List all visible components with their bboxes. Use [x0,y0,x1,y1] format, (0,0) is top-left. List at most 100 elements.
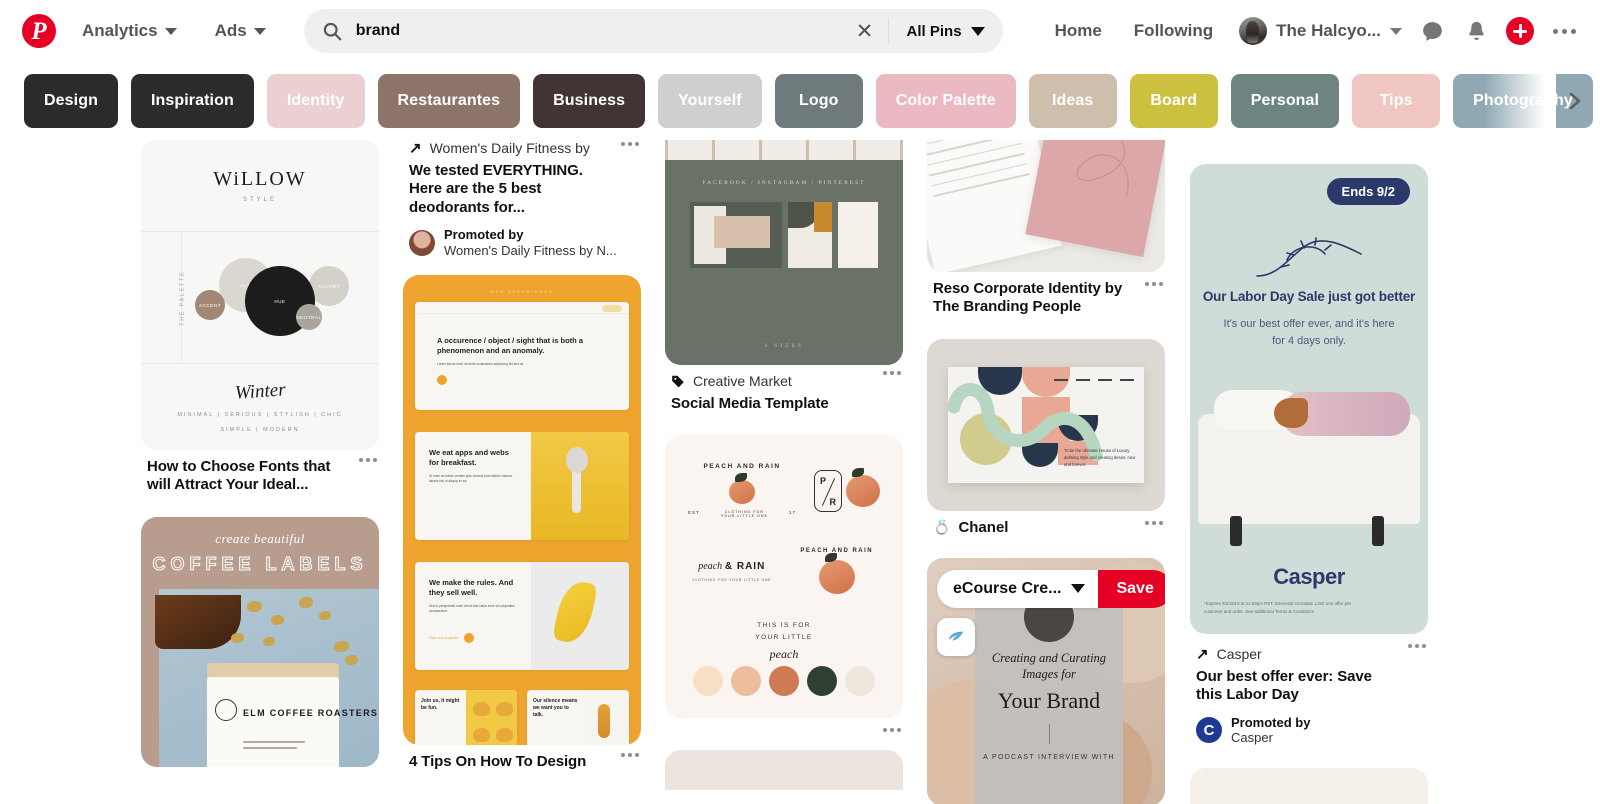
pinterest-logo-icon[interactable]: P [22,14,56,48]
account-name: The Halcyo... [1276,21,1381,40]
pin-image[interactable]: eCourse Cre... Save Creating and Curatin… [927,557,1165,804]
notifications-button[interactable] [1454,9,1498,53]
all-pins-filter[interactable]: All Pins [893,9,1003,53]
pin-more-button[interactable] [1408,644,1426,648]
pin-image[interactable]: To be the Ultimate House of Luxury, defi… [927,338,1165,511]
pin-image[interactable]: create beautiful COFFEE LABELS ELM COFFE… [141,516,379,767]
palette-circle: ACCENT [309,266,349,306]
filter-chip-color-palette[interactable]: Color Palette [875,74,1016,128]
pin-more-button[interactable] [883,728,901,733]
pin-card-partial[interactable] [1190,768,1428,804]
pin-source-label: Creative Market [693,373,792,389]
pin-image-partial[interactable] [1190,768,1428,804]
pin-title: We tested EVERYTHING. Here are the 5 bes… [409,162,583,216]
pin-more-button[interactable] [359,458,377,462]
pin-card[interactable]: WEB EXPERIENCE A occurence / object / si… [403,274,641,771]
save-button[interactable]: Save [1098,569,1165,608]
pin-card-hovered[interactable]: eCourse Cre... Save Creating and Curatin… [927,557,1165,804]
pin-source[interactable]: Creative Market [671,373,901,389]
filter-chip-inspiration[interactable]: Inspiration [130,74,254,128]
sm-sizes: 3 SIZES [764,343,804,349]
pin-card[interactable]: PEACH AND RAIN EST CLOTHING FOR YOUR LITT… [665,435,903,733]
willow-keywords-2: SIMPLE | MODERN [220,427,300,433]
pin-image[interactable]: WEB EXPERIENCE A occurence / object / si… [403,274,641,745]
filter-chip-identity[interactable]: Identity [266,74,365,128]
design-slide-2: We eat apps and webs for breakfast. [429,447,509,468]
search-input[interactable] [341,9,850,53]
pin-source[interactable]: ↗ Women's Daily Fitness by [409,140,639,156]
chanel-art: To be the Ultimate House of Luxury, defi… [927,338,1165,511]
design-slide-4: Join us, it might be fun. [421,697,460,711]
pin-more-button[interactable] [1145,520,1163,525]
clear-search-icon[interactable]: ✕ [850,16,880,46]
search-bar[interactable]: ✕ All Pins [303,9,1003,53]
promoter-avatar [409,229,435,256]
peach-year: 17 [788,510,796,516]
pin-image[interactable]: PEACH AND RAIN EST CLOTHING FOR YOUR LITT… [665,435,903,719]
pin-more-button[interactable] [621,752,639,757]
pin-title: 4 Tips On How To Design [409,752,587,770]
filter-chip-business[interactable]: Business [533,74,646,128]
pin-card[interactable]: To be the Ultimate House of Luxury, defi… [927,338,1165,536]
pin-card[interactable]: FACEBOOK / INSTAGRAM / PINTEREST 3 SIZES… [665,140,903,413]
casper-logo: Casper [1273,564,1345,589]
nav-following[interactable]: Following [1118,13,1229,49]
pin-card[interactable]: ↗ Women's Daily Fitness by We tested EVE… [403,140,641,259]
promoter-avatar: C [1196,717,1222,744]
pin-image-partial[interactable] [665,750,903,791]
create-button[interactable] [1498,9,1542,53]
ads-menu[interactable]: Ads [203,13,278,49]
pin-meta: 4 Tips On How To Design [403,745,641,771]
chevron-down-icon [253,27,266,35]
filter-chip-ideas[interactable]: Ideas [1028,74,1117,128]
filter-chip-restaurantes[interactable]: Restaurantes [377,74,521,128]
pin-column-3: FACEBOOK / INSTAGRAM / PINTEREST 3 SIZES… [665,140,903,804]
pin-image[interactable]: Ends 9/2 Our Labor Day Sale just got bet… [1190,164,1428,634]
promoter[interactable]: Promoted by Women's Daily Fitness by N..… [409,227,639,259]
ring-icon: 💍 [933,518,951,535]
pin-meta: Reso Corporate Identity by The Branding … [927,272,1165,317]
save-overlay: eCourse Cre... Save [937,569,1165,608]
messages-button[interactable] [1410,9,1454,53]
pin-more-button[interactable] [883,371,901,375]
account-menu[interactable]: The Halcyo... [1229,13,1410,49]
pin-image[interactable] [927,140,1165,272]
share-tool-button[interactable] [937,617,975,656]
pin-image[interactable]: FACEBOOK / INSTAGRAM / PINTEREST 3 SIZES [665,140,903,365]
plus-icon [1506,17,1534,45]
filter-chip-yourself[interactable]: Yourself [658,74,762,128]
filter-chip-board[interactable]: Board [1129,74,1218,128]
board-name: eCourse Cre... [953,579,1062,597]
nav-home[interactable]: Home [1039,13,1118,49]
all-pins-label: All Pins [906,22,962,40]
chip-row-next-button[interactable] [1556,83,1592,119]
pin-card-partial[interactable] [665,750,903,791]
pin-card[interactable]: create beautiful COFFEE LABELS ELM COFFE… [141,516,379,767]
chevron-down-icon [1390,27,1402,35]
board-selector[interactable]: eCourse Cre... [937,569,1099,608]
pin-card[interactable]: Reso Corporate Identity by The Branding … [927,140,1165,317]
filter-chip-personal[interactable]: Personal [1230,74,1340,128]
promoted-label: Promoted by [444,226,524,242]
pin-source[interactable]: ↗ Casper [1196,646,1426,662]
search-icon [322,21,342,41]
design-slide-5: Our silence means we want you to talk. [533,697,578,719]
pin-source-label: Casper [1216,646,1262,662]
pin-more-button[interactable] [621,142,639,146]
pin-more-button[interactable] [1145,282,1163,286]
pin-image[interactable]: WiLLOW STYLE THE PALETTE HUE ACCENT ACCE… [141,140,379,450]
pin-source-label: Chanel [958,518,1009,536]
palette-circle: NEUTRAL [296,304,322,330]
filter-chip-logo[interactable]: Logo [774,74,863,128]
pin-column-2: ↗ Women's Daily Fitness by We tested EVE… [403,140,641,793]
pin-source[interactable]: 💍 Chanel [933,519,1163,536]
promoter[interactable]: C Promoted by Casper [1196,715,1426,747]
filter-chip-tips[interactable]: Tips [1352,74,1441,128]
pin-meta: ↗ Casper Our best offer ever: Save this … [1190,634,1428,746]
more-options-button[interactable] [1542,9,1586,53]
pin-card[interactable]: Ends 9/2 Our Labor Day Sale just got bet… [1190,164,1428,746]
analytics-menu[interactable]: Analytics [70,13,189,49]
reso-identity-art [927,140,1165,272]
pin-card[interactable]: WiLLOW STYLE THE PALETTE HUE ACCENT ACCE… [141,140,379,495]
filter-chip-design[interactable]: Design [24,74,118,128]
